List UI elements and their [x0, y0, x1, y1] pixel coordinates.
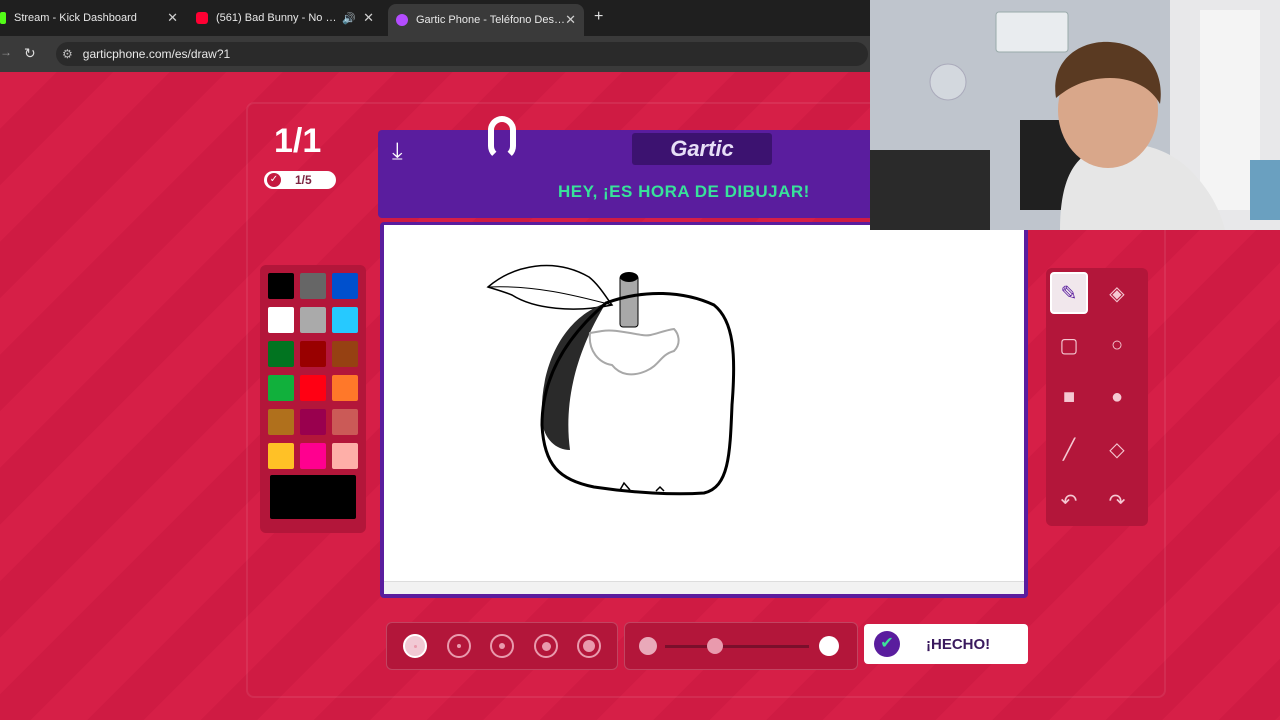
- close-icon[interactable]: ✕: [363, 10, 374, 26]
- tab-youtube[interactable]: (561) Bad Bunny - No Me C 🔊 ✕: [196, 6, 374, 30]
- tool-panel: ✎ ◈ ▢ ○ ■ ● ╱ ◇ ↶ ↷: [1046, 268, 1148, 526]
- tab-kick-dashboard[interactable]: Stream - Kick Dashboard ✕: [0, 6, 178, 30]
- rectangle-outline-icon[interactable]: ▢: [1050, 324, 1088, 366]
- youtube-favicon-icon: [196, 12, 208, 24]
- prompt-text: HEY, ¡ES HORA DE DIBUJAR!: [558, 182, 810, 201]
- color-swatch[interactable]: [332, 341, 358, 367]
- slider-track[interactable]: [665, 645, 809, 648]
- tab-gartic-phone[interactable]: Gartic Phone - Teléfono Descon ✕: [388, 4, 584, 36]
- done-button[interactable]: ✔ ¡HECHO!: [864, 624, 1028, 664]
- color-swatch[interactable]: [268, 273, 294, 299]
- color-swatch[interactable]: [332, 273, 358, 299]
- brush-size-3[interactable]: [490, 634, 514, 658]
- color-swatch[interactable]: [300, 273, 326, 299]
- address-bar[interactable]: ⚙ garticphone.com/es/draw?1: [56, 42, 868, 66]
- tab-title: Stream - Kick Dashboard: [14, 12, 137, 24]
- color-swatch[interactable]: [300, 341, 326, 367]
- color-swatch[interactable]: [332, 307, 358, 333]
- brush-size-2[interactable]: [447, 634, 471, 658]
- color-swatch[interactable]: [332, 443, 358, 469]
- progress-badge: ✓ 1/5: [264, 171, 336, 189]
- color-swatch[interactable]: [268, 409, 294, 435]
- fill-bucket-icon[interactable]: ◇: [1098, 428, 1136, 470]
- drawing-canvas[interactable]: [384, 225, 1024, 581]
- color-swatch[interactable]: [300, 443, 326, 469]
- progress-text: 1/5: [295, 173, 312, 187]
- eraser-icon[interactable]: ◈: [1098, 272, 1136, 314]
- drawing-header: [378, 130, 878, 218]
- new-tab-icon[interactable]: +: [594, 8, 603, 26]
- color-swatch[interactable]: [268, 307, 294, 333]
- opacity-min-icon: [639, 637, 657, 655]
- color-swatch[interactable]: [268, 443, 294, 469]
- color-swatch[interactable]: [332, 375, 358, 401]
- webcam-image: [870, 0, 1280, 230]
- ellipse-filled-icon[interactable]: ●: [1098, 376, 1136, 418]
- rectangle-filled-icon[interactable]: ■: [1050, 376, 1088, 418]
- pencil-icon[interactable]: ✎: [1050, 272, 1088, 314]
- gartic-logo: Gartic: [632, 133, 772, 165]
- canvas-page-edge: [384, 581, 1024, 594]
- brush-size-4[interactable]: [534, 634, 558, 658]
- kick-favicon-icon: [0, 12, 6, 24]
- ellipse-outline-icon[interactable]: ○: [1098, 324, 1136, 366]
- url-text: garticphone.com/es/draw?1: [82, 47, 231, 61]
- redo-icon[interactable]: ↷: [1098, 480, 1136, 522]
- opacity-slider: [624, 622, 858, 670]
- browser-tabbar: Stream - Kick Dashboard ✕ (561) Bad Bunn…: [0, 0, 870, 36]
- color-palette: [260, 265, 366, 533]
- tab-title: Gartic Phone - Teléfono Descon: [416, 14, 566, 26]
- close-icon[interactable]: ✕: [565, 12, 576, 28]
- gartic-favicon-icon: [396, 14, 408, 26]
- check-icon: ✓: [267, 173, 281, 187]
- round-counter: 1/1: [274, 122, 322, 160]
- opacity-max-icon: [819, 636, 839, 656]
- done-label: ¡HECHO!: [926, 635, 991, 653]
- slider-knob[interactable]: [707, 638, 724, 654]
- brush-size-selector: [386, 622, 618, 670]
- apple-drawing: [486, 264, 736, 496]
- line-icon[interactable]: ╱: [1050, 428, 1088, 470]
- current-color: [270, 475, 356, 519]
- color-swatch[interactable]: [300, 409, 326, 435]
- notebook-ring-icon: [488, 116, 516, 160]
- site-info-icon[interactable]: ⚙: [62, 47, 73, 61]
- brush-size-1[interactable]: [403, 634, 427, 658]
- color-swatch[interactable]: [300, 375, 326, 401]
- brush-size-5[interactable]: [577, 634, 601, 658]
- webcam-overlay: [870, 0, 1280, 230]
- speaker-icon[interactable]: 🔊: [342, 12, 356, 25]
- color-swatch[interactable]: [332, 409, 358, 435]
- undo-icon[interactable]: ↶: [1050, 480, 1088, 522]
- check-icon: ✔: [874, 631, 900, 657]
- tab-title: (561) Bad Bunny - No Me C: [216, 12, 342, 24]
- color-swatch[interactable]: [268, 375, 294, 401]
- back-icon[interactable]: →: [0, 45, 12, 59]
- reload-icon[interactable]: ↻: [24, 45, 36, 62]
- close-icon[interactable]: ✕: [167, 10, 178, 26]
- download-icon[interactable]: ⤓: [392, 138, 403, 166]
- color-swatch[interactable]: [300, 307, 326, 333]
- color-swatch[interactable]: [268, 341, 294, 367]
